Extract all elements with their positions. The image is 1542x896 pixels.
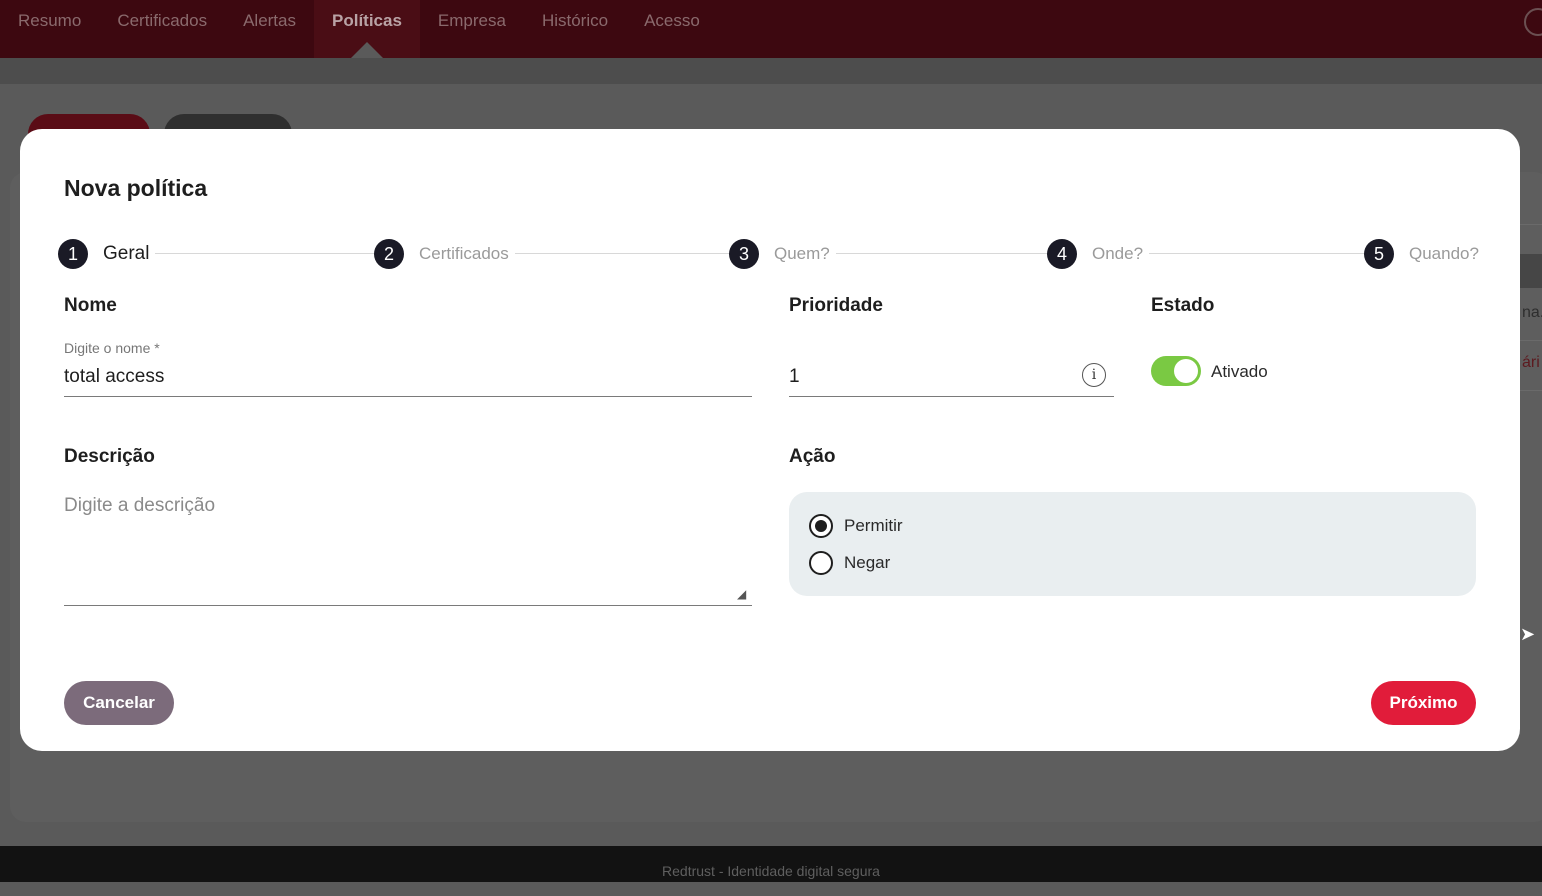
step-label: Quem? xyxy=(774,244,830,263)
description-underline xyxy=(64,605,752,606)
nav-item-resumo[interactable]: Resumo xyxy=(0,0,99,42)
footer-text: Redtrust - Identidade digital segura xyxy=(662,863,880,879)
step-number: 1 xyxy=(58,239,88,269)
step-label: Geral xyxy=(103,243,150,264)
priority-input-underline xyxy=(789,396,1114,397)
action-section-label: Ação xyxy=(789,446,836,467)
nav-item-empresa[interactable]: Empresa xyxy=(420,0,524,42)
step-label: Quando? xyxy=(1409,244,1479,263)
nav-item-certificados[interactable]: Certificados xyxy=(99,0,225,42)
name-section-label: Nome xyxy=(64,295,117,316)
step-certificados: 2 Certificados xyxy=(374,238,515,270)
step-number: 4 xyxy=(1047,239,1077,269)
radio-option-negar[interactable]: Negar xyxy=(809,551,890,575)
avatar[interactable] xyxy=(1524,8,1542,36)
nav-item-alertas[interactable]: Alertas xyxy=(225,0,314,42)
cancel-button[interactable]: Cancelar xyxy=(64,681,174,725)
state-toggle[interactable] xyxy=(1151,356,1201,386)
radio-selected-icon[interactable] xyxy=(809,514,833,538)
resize-handle-icon[interactable]: ◢ xyxy=(737,587,746,601)
description-section-label: Descrição xyxy=(64,446,155,467)
state-section-label: Estado xyxy=(1151,295,1215,316)
description-textarea[interactable] xyxy=(64,495,752,603)
background-divider xyxy=(1520,390,1542,391)
info-icon[interactable]: i xyxy=(1082,363,1106,387)
step-number: 2 xyxy=(374,239,404,269)
step-label: Onde? xyxy=(1092,244,1144,263)
step-label: Certificados xyxy=(419,244,509,263)
background-divider xyxy=(1520,224,1542,225)
name-field-hint: Digite o nome * xyxy=(64,340,160,356)
state-toggle-label: Ativado xyxy=(1211,362,1268,381)
radio-label: Negar xyxy=(844,553,891,572)
background-table-header xyxy=(1520,254,1542,288)
step-geral: 1 Geral xyxy=(58,238,156,270)
name-input[interactable] xyxy=(64,363,752,391)
step-quando: 5 Quando? xyxy=(1364,238,1485,270)
action-options-box: Permitir Negar xyxy=(789,492,1476,596)
nav-item-politicas[interactable]: Políticas xyxy=(314,0,420,58)
next-button[interactable]: Próximo xyxy=(1371,681,1476,725)
page-subheader xyxy=(0,58,1542,84)
priority-section-label: Prioridade xyxy=(789,295,883,316)
radio-unselected-icon[interactable] xyxy=(809,551,833,575)
step-onde: 4 Onde? xyxy=(1047,238,1150,270)
nav-item-historico[interactable]: Histórico xyxy=(524,0,626,42)
step-number: 3 xyxy=(729,239,759,269)
priority-input[interactable] xyxy=(789,363,1069,391)
radio-label: Permitir xyxy=(844,516,903,535)
modal-title: Nova política xyxy=(64,175,208,201)
footer: Redtrust - Identidade digital segura xyxy=(0,846,1542,882)
radio-option-permitir[interactable]: Permitir xyxy=(809,514,903,538)
step-number: 5 xyxy=(1364,239,1394,269)
top-navigation: Resumo Certificados Alertas Políticas Em… xyxy=(0,0,1542,58)
background-cell-text: na. xyxy=(1522,304,1542,321)
new-policy-modal: Nova política 1 Geral 2 Certificados 3 Q… xyxy=(20,129,1520,751)
mouse-cursor-icon: ➤ xyxy=(1520,624,1536,644)
name-input-underline xyxy=(64,396,752,397)
background-divider xyxy=(1520,340,1542,341)
step-quem: 3 Quem? xyxy=(729,238,836,270)
nav-item-acesso[interactable]: Acesso xyxy=(626,0,718,42)
background-cell-link: ári xyxy=(1522,354,1540,371)
toggle-knob xyxy=(1174,359,1198,383)
